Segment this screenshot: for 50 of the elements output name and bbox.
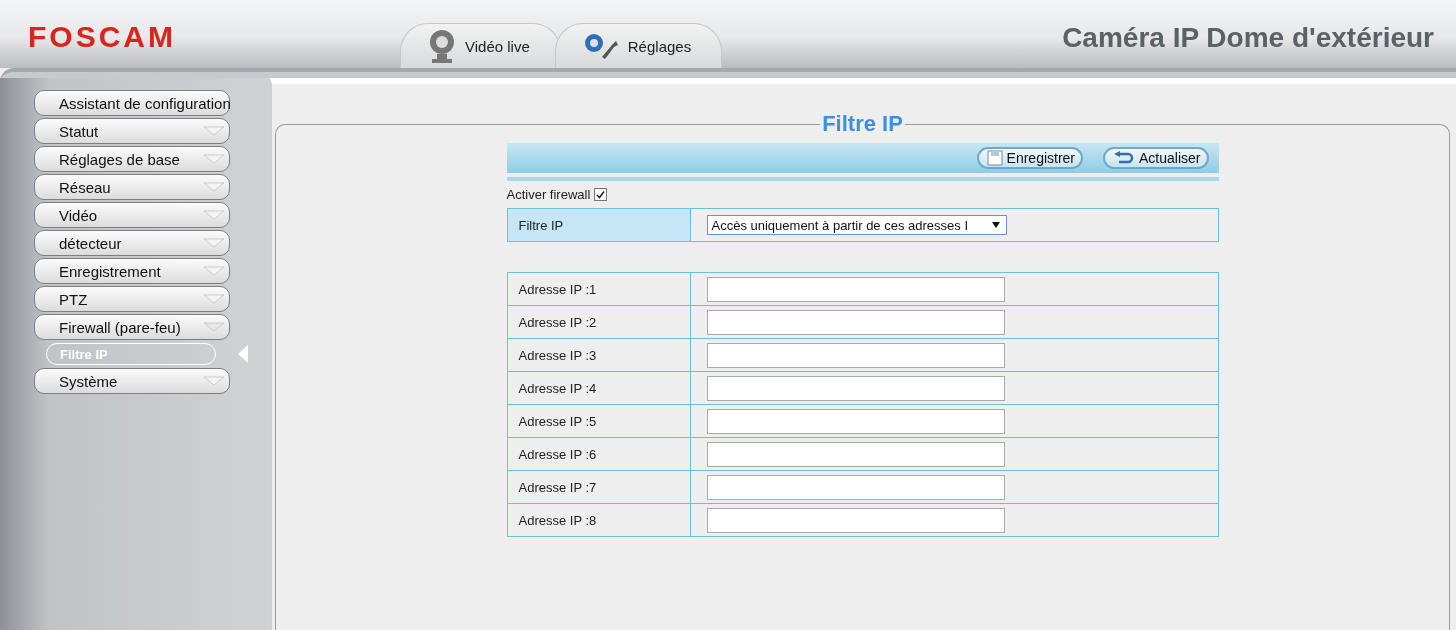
sidebar-item[interactable]: Statut (34, 118, 230, 144)
field-label: Adresse IP :5 (507, 405, 691, 438)
sidebar-item[interactable]: Enregistrement (34, 258, 230, 284)
return-arrow-icon (1113, 151, 1136, 165)
input-field[interactable] (706, 375, 1005, 401)
sidebar-item[interactable]: Vidéo (34, 202, 230, 228)
dropdown-arrow-icon (203, 126, 225, 136)
field-label: Adresse IP :2 (507, 306, 691, 339)
field-label: Adresse IP :3 (507, 339, 691, 372)
toolbar-button[interactable]: Enregistrer (976, 147, 1084, 169)
floppy-icon (986, 150, 1003, 166)
sidebar-item[interactable]: Assistant de configuration (34, 90, 230, 116)
dropdown-arrow-icon (203, 154, 225, 164)
caret-icon (991, 222, 1000, 228)
dropdown-arrow-icon (203, 266, 225, 276)
field-label: Filtre IP (507, 209, 691, 242)
webcam-icon (427, 29, 457, 63)
filter-select[interactable]: Accès uniquement à partir de ces adresses I (706, 215, 1007, 235)
dropdown-arrow-icon (203, 182, 225, 192)
input-field[interactable] (706, 408, 1005, 434)
sidebar-item[interactable]: PTZ (34, 286, 230, 312)
sidebar-item[interactable]: Système (34, 368, 230, 394)
dropdown-arrow-icon (203, 210, 225, 220)
logo: FOSCAM (28, 20, 176, 54)
input-field[interactable] (706, 309, 1005, 335)
dropdown-arrow-icon (203, 238, 225, 248)
field-label: Adresse IP :8 (507, 504, 691, 537)
firewall-checkbox[interactable] (594, 188, 608, 201)
pointer-icon (238, 345, 248, 363)
dropdown-arrow-icon (203, 294, 225, 304)
sidebar-item[interactable]: détecteur (34, 230, 230, 256)
field-label: Adresse IP :1 (507, 273, 691, 306)
input-field[interactable] (706, 441, 1005, 467)
input-field[interactable] (706, 507, 1005, 533)
nav-tab[interactable]: Réglages (554, 23, 723, 68)
input-field[interactable] (706, 342, 1005, 368)
panel-title: Filtre IP (821, 111, 904, 137)
input-field[interactable] (706, 276, 1005, 302)
firewall-label: Activer firewall (506, 187, 591, 202)
dropdown-arrow-icon (203, 376, 225, 386)
dropdown-arrow-icon (203, 322, 225, 332)
sidebar-item[interactable]: Réglages de base (34, 146, 230, 172)
page-title: Caméra IP Dome d'extérieur (1062, 22, 1434, 54)
field-label: Adresse IP :6 (507, 438, 691, 471)
field-label: Adresse IP :4 (507, 372, 691, 405)
sidebar-item[interactable]: Firewall (pare-feu) (34, 314, 230, 340)
toolbar-button[interactable]: Actualiser (1103, 147, 1209, 169)
field-label: Adresse IP :7 (507, 471, 691, 504)
input-field[interactable] (706, 474, 1005, 500)
sidebar-item[interactable]: Réseau (34, 174, 230, 200)
